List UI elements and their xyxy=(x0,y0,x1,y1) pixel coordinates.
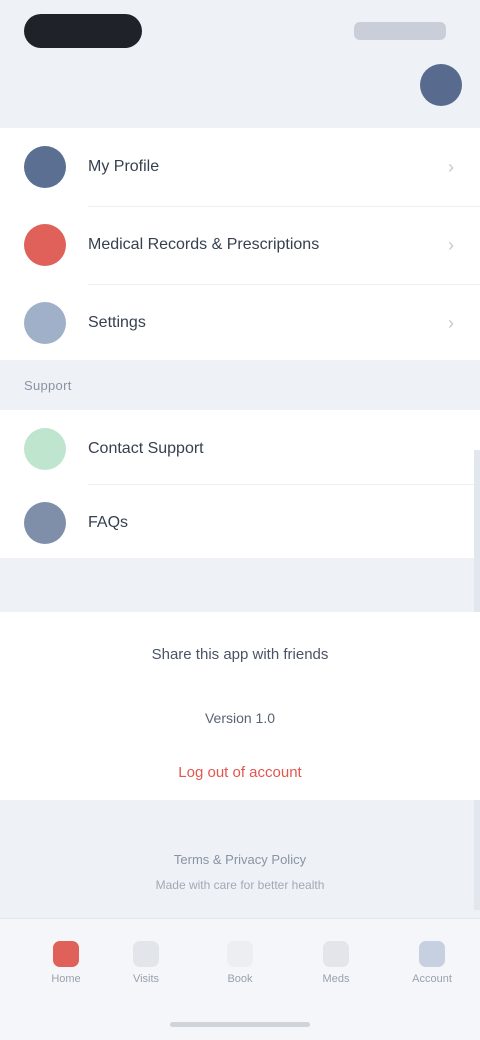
menu-item-settings[interactable]: Settings › xyxy=(0,284,480,362)
status-indicators xyxy=(354,22,446,40)
menu-item-contact-support[interactable]: Contact Support xyxy=(0,410,480,488)
help-icon xyxy=(24,502,66,544)
tab-label: Meds xyxy=(322,973,350,985)
calendar-icon xyxy=(133,941,159,967)
dynamic-island xyxy=(24,14,142,48)
logout-button[interactable]: Log out of account xyxy=(0,764,480,781)
tab-visits[interactable]: Visits xyxy=(122,941,170,999)
tab-label: Account xyxy=(412,973,452,985)
section-header: Support xyxy=(24,378,72,393)
share-app-link[interactable]: Share this app with friends xyxy=(0,646,480,663)
account-icon xyxy=(419,941,445,967)
health-record-icon xyxy=(24,224,66,266)
tab-label: Book xyxy=(227,973,253,985)
menu-item-my-profile[interactable]: My Profile › xyxy=(0,128,480,206)
status-bar xyxy=(0,0,480,60)
menu-item-label: FAQs xyxy=(88,514,129,531)
tab-label: Visits xyxy=(132,973,160,985)
support-menu-card: Contact Support FAQs xyxy=(0,410,480,558)
account-menu-card: My Profile › Medical Records & Prescript… xyxy=(0,128,480,360)
app-info-card: Share this app with friends Version 1.0 … xyxy=(0,612,480,800)
settings-icon xyxy=(24,302,66,344)
chat-icon xyxy=(24,428,66,470)
tab-label: Home xyxy=(51,973,81,985)
chevron-right-icon: › xyxy=(448,312,454,333)
app-version: Version 1.0 xyxy=(204,710,276,726)
menu-item-label: Settings xyxy=(88,314,146,331)
menu-item-medical-records[interactable]: Medical Records & Prescriptions › xyxy=(0,206,480,284)
menu-item-label: My Profile xyxy=(88,158,160,175)
profile-avatar[interactable] xyxy=(420,64,462,106)
tab-account[interactable]: Account xyxy=(408,941,456,999)
tab-home[interactable]: Home xyxy=(42,941,90,999)
home-indicator xyxy=(170,1022,310,1027)
chevron-right-icon: › xyxy=(448,156,454,177)
pill-icon xyxy=(323,941,349,967)
plus-icon xyxy=(227,941,253,967)
tab-meds[interactable]: Meds xyxy=(312,941,360,999)
user-icon xyxy=(24,146,66,188)
terms-link[interactable]: Terms & Privacy Policy xyxy=(0,852,480,867)
menu-item-faqs[interactable]: FAQs xyxy=(0,484,480,562)
home-icon xyxy=(53,941,79,967)
menu-item-label: Contact Support xyxy=(88,440,204,457)
chevron-right-icon: › xyxy=(448,234,454,255)
footer-tagline: Made with care for better health xyxy=(155,878,325,892)
tab-book[interactable]: Book xyxy=(216,941,264,999)
menu-item-label: Medical Records & Prescriptions xyxy=(88,236,320,253)
